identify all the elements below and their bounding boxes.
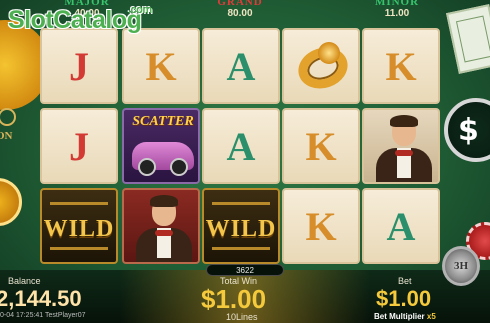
session-info: 0-04 17:25:41 TestPlayer07	[0, 312, 86, 319]
slotcatalog-watermark: SlotCatalog .com	[8, 4, 152, 34]
balance-label: Balance	[8, 276, 41, 286]
gangster-symbol	[362, 108, 440, 184]
jackpot-minor: MINOR 11.00	[362, 0, 432, 19]
left-badge: ON	[0, 100, 34, 150]
jackpot-grand: GRAND 80.00	[205, 0, 275, 19]
dollar-icon: $	[458, 112, 479, 148]
bet-value[interactable]: $1.00	[376, 286, 431, 312]
cash-stack-icon	[446, 4, 490, 74]
wild-symbol: WILD	[40, 188, 118, 264]
gold-ring-symbol	[282, 28, 360, 104]
jackpot-grand-name: GRAND	[217, 0, 263, 8]
left-badge-text: ON	[0, 130, 13, 142]
gangster-symbol	[122, 188, 200, 264]
total-win-value: $1.00	[201, 284, 267, 314]
scatter-symbol: SCATTER	[122, 108, 200, 184]
reel-symbol: K	[282, 108, 360, 184]
spin-button[interactable]: $	[444, 98, 490, 162]
wild-symbol: WILD	[202, 188, 280, 264]
reel-symbol: A	[362, 188, 440, 264]
slot-game-screen: ON $ MAJOR 40.00 GRAND 80.00 MINOR 11.00…	[0, 0, 490, 323]
balance-value: 2,144.50	[0, 286, 82, 311]
vintage-car-icon	[132, 142, 194, 176]
lines-label: 10Lines	[226, 312, 258, 322]
gold-chip-decoration	[0, 178, 22, 226]
jackpot-grand-value: 80.00	[227, 8, 253, 19]
reel-symbol: A	[202, 108, 280, 184]
reel-symbol: J	[40, 108, 118, 184]
bet-label: Bet	[398, 276, 412, 286]
jackpot-minor-name: MINOR	[374, 0, 420, 8]
reel-symbol: A	[202, 28, 280, 104]
reel-symbol: K	[362, 28, 440, 104]
ring-icon	[0, 108, 16, 126]
jackpot-minor-value: 11.00	[384, 8, 410, 19]
lines-counter: 3622	[206, 264, 284, 276]
chip-stack-button[interactable]: 3H	[442, 246, 480, 286]
reel-symbol: K	[122, 28, 200, 104]
reel-symbol: J	[40, 28, 118, 104]
reel-grid: J J WILD K SCATTER A A WILD K K K A	[36, 24, 442, 264]
reel-symbol: K	[282, 188, 360, 264]
bet-multiplier[interactable]: Bet Multiplier x5	[374, 312, 436, 321]
